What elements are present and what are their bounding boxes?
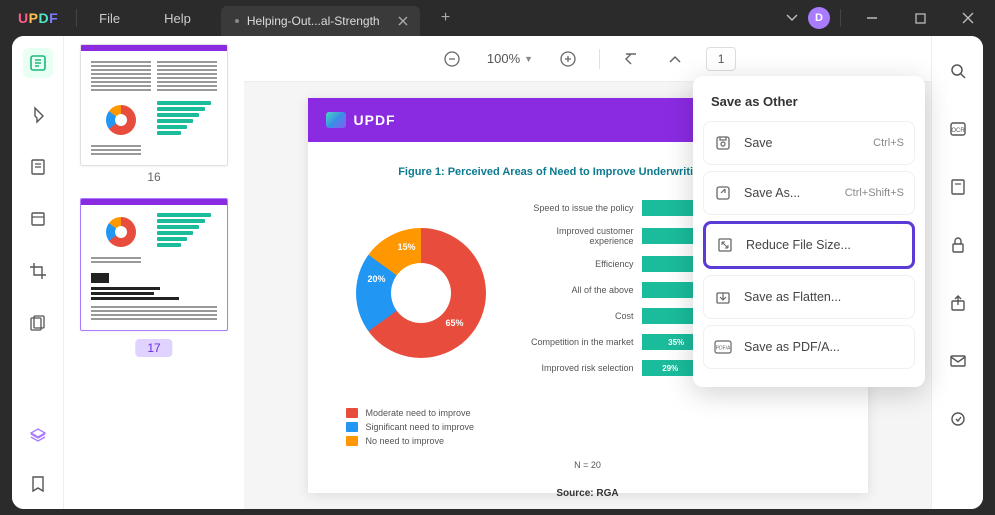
compress-icon <box>716 236 734 254</box>
updf-doc-logo-icon <box>326 112 346 128</box>
svg-text:PDF/A: PDF/A <box>716 346 731 352</box>
donut-label-20: 20% <box>368 274 386 284</box>
source-line: Source: RGA <box>336 488 840 499</box>
zoom-in-button[interactable] <box>555 46 581 72</box>
save-as-other-menu: Save as Other Save Ctrl+S Save As... Ctr… <box>693 76 925 387</box>
save-icon <box>714 134 732 152</box>
app-logo: UPDF <box>0 10 76 26</box>
thumbnail-label-17: 17 <box>135 339 172 357</box>
svg-text:OCR: OCR <box>951 128 965 134</box>
right-rail: OCR <box>931 36 983 509</box>
prev-page-button[interactable] <box>662 46 688 72</box>
tab-dot-icon <box>235 19 239 23</box>
workspace: 16 17 100% <box>12 36 983 509</box>
share-icon[interactable] <box>943 288 973 318</box>
thumbnail-label-16: 16 <box>80 170 228 184</box>
layers-icon[interactable] <box>23 421 53 451</box>
maximize-button[interactable] <box>899 0 941 36</box>
shortcut-label: Ctrl+S <box>873 137 904 149</box>
menu-save-pdfa[interactable]: PDF/A Save as PDF/A... <box>703 325 915 369</box>
edit-tool-icon[interactable] <box>23 152 53 182</box>
menu-help[interactable]: Help <box>142 11 213 26</box>
zoom-out-button[interactable] <box>439 46 465 72</box>
zoom-value[interactable]: 100% ▼ <box>483 51 537 66</box>
comment-tool-icon[interactable] <box>23 100 53 130</box>
reader-mode-icon[interactable] <box>23 48 53 78</box>
bookmark-icon[interactable] <box>23 469 53 499</box>
updf-doc-logo-text: UPDF <box>354 112 396 128</box>
tab-title: Helping-Out...al-Strength <box>247 14 380 28</box>
dropdown-title: Save as Other <box>703 88 915 121</box>
menu-save-flatten[interactable]: Save as Flatten... <box>703 275 915 319</box>
crop-tool-icon[interactable] <box>23 256 53 286</box>
donut-label-15: 15% <box>398 242 416 252</box>
organize-tool-icon[interactable] <box>23 204 53 234</box>
minimize-button[interactable] <box>851 0 893 36</box>
close-icon[interactable] <box>396 14 410 28</box>
menu-file[interactable]: File <box>77 11 142 26</box>
add-tab-button[interactable]: + <box>432 4 460 32</box>
ocr-icon[interactable]: OCR <box>943 114 973 144</box>
donut-chart: 65% 20% 15% <box>356 228 486 358</box>
export-icon[interactable] <box>943 404 973 434</box>
chevron-down-icon[interactable] <box>782 8 802 28</box>
save-as-icon <box>714 184 732 202</box>
caret-down-icon: ▼ <box>524 54 533 64</box>
pdfa-icon: PDF/A <box>714 338 732 356</box>
search-icon[interactable] <box>943 56 973 86</box>
document-tab[interactable]: Helping-Out...al-Strength <box>221 6 420 36</box>
batch-tool-icon[interactable] <box>23 308 53 338</box>
close-window-button[interactable] <box>947 0 989 36</box>
menu-save[interactable]: Save Ctrl+S <box>703 121 915 165</box>
flatten-icon <box>714 288 732 306</box>
protect-icon[interactable] <box>943 230 973 260</box>
email-icon[interactable] <box>943 346 973 376</box>
shortcut-label: Ctrl+Shift+S <box>845 187 904 199</box>
user-avatar[interactable]: D <box>808 7 830 29</box>
left-rail <box>12 36 64 509</box>
thumbnails-panel: 16 17 <box>64 36 244 509</box>
donut-label-65: 65% <box>445 318 463 328</box>
first-page-button[interactable] <box>618 46 644 72</box>
sample-size: N = 20 <box>336 460 840 470</box>
menu-reduce-file-size[interactable]: Reduce File Size... <box>703 221 915 269</box>
titlebar: UPDF File Help Helping-Out...al-Strength… <box>0 0 995 36</box>
form-icon[interactable] <box>943 172 973 202</box>
thumbnail-16[interactable] <box>80 44 228 166</box>
menu-save-as[interactable]: Save As... Ctrl+Shift+S <box>703 171 915 215</box>
legend: Moderate need to improve Significant nee… <box>346 408 840 446</box>
page-number-input[interactable] <box>706 47 736 71</box>
thumbnail-17[interactable] <box>80 198 228 331</box>
